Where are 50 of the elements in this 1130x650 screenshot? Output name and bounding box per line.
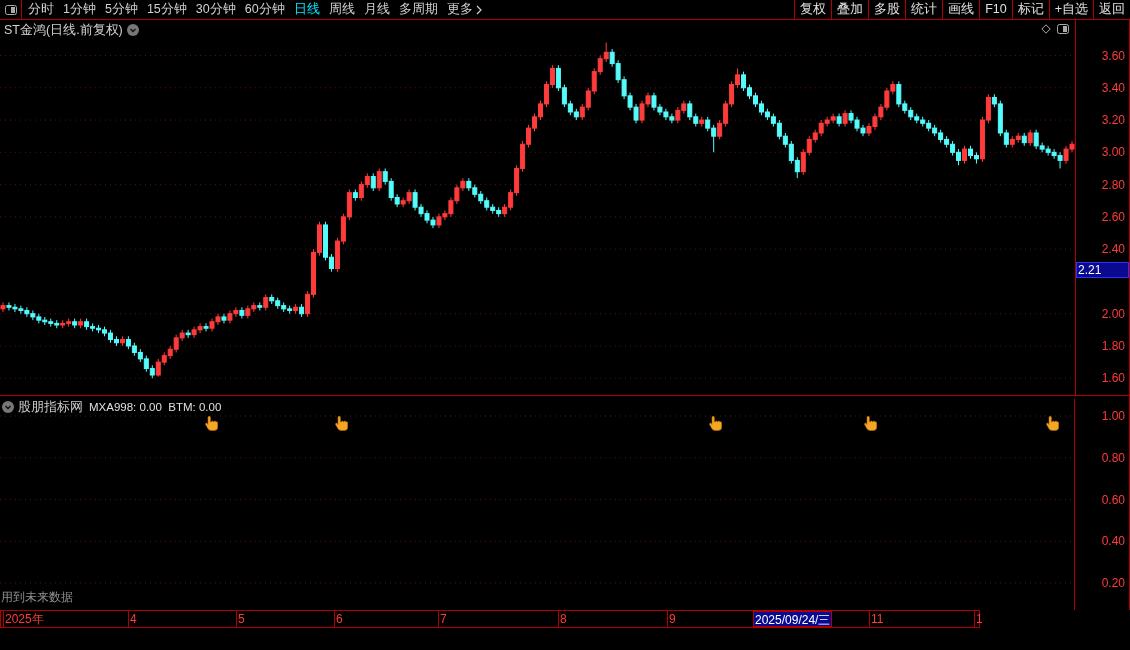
date-axis-label: 2025年 xyxy=(3,611,44,627)
price-axis-label: 2.60 xyxy=(1101,209,1125,224)
date-axis-label: 5 xyxy=(236,611,245,627)
price-axis-label: 2.40 xyxy=(1101,242,1125,257)
price-axis-label: 3.20 xyxy=(1101,113,1125,128)
chart-title: ST金鸿(日线.前复权) xyxy=(4,22,123,39)
period-tab[interactable]: 15分钟 xyxy=(146,0,187,19)
period-tab[interactable]: 60分钟 xyxy=(244,0,285,19)
price-axis-label: 3.00 xyxy=(1101,145,1125,160)
price-axis-label: 2.00 xyxy=(1101,306,1125,321)
toolbar-button[interactable]: 叠加 xyxy=(831,0,869,19)
period-tab[interactable]: 1分钟 xyxy=(63,0,96,19)
price-axis-label: 3.60 xyxy=(1101,48,1125,63)
toolbar-button[interactable]: 返回 xyxy=(1093,0,1130,19)
indicator-title: 股朋指标网 xyxy=(18,399,83,416)
toolbar-button[interactable]: +自选 xyxy=(1048,0,1093,19)
date-axis-label: 11 xyxy=(869,611,884,627)
price-axis-label: 1.60 xyxy=(1101,371,1125,386)
toolbar-button[interactable]: 复权 xyxy=(794,0,832,19)
period-tab[interactable]: 日线 xyxy=(293,0,320,19)
indicator-axis-label: 0.60 xyxy=(1101,492,1125,507)
date-axis-label: 1 xyxy=(974,611,983,627)
price-axis-label: 2.80 xyxy=(1101,177,1125,192)
indicator-axis-label: 1.00 xyxy=(1101,409,1125,423)
date-axis-label: 7 xyxy=(438,611,447,627)
warning-note: 用到未来数据 xyxy=(1,589,73,606)
toolbar-button[interactable]: 画线 xyxy=(942,0,980,19)
date-axis-label: 6 xyxy=(334,611,343,627)
indicator-axis-label: 0.40 xyxy=(1101,534,1125,549)
indicator-values: MXA998: 0.00 BTM: 0.00 xyxy=(89,399,222,415)
date-axis-label: 8 xyxy=(558,611,567,627)
price-axis-label: 3.40 xyxy=(1101,80,1125,95)
indicator-axis-label: 0.20 xyxy=(1101,576,1125,590)
price-marker: 2.21 xyxy=(1076,262,1129,278)
date-axis-label: 2025/09/24/三 xyxy=(753,611,833,627)
date-axis-label: 9 xyxy=(667,611,676,627)
period-tab[interactable]: 30分钟 xyxy=(195,0,236,19)
toolbar-button[interactable]: F10 xyxy=(979,0,1012,19)
period-tab[interactable]: 更多 xyxy=(446,0,482,19)
period-tab[interactable]: 月线 xyxy=(363,0,390,19)
date-axis-label: 4 xyxy=(128,611,137,627)
period-tab[interactable]: 多周期 xyxy=(398,0,438,19)
period-tab[interactable]: 分时 xyxy=(28,0,54,19)
toolbar-button[interactable]: 标记 xyxy=(1011,0,1049,19)
toolbar-button[interactable]: 统计 xyxy=(905,0,943,19)
toolbar-button[interactable]: 多股 xyxy=(868,0,906,19)
price-axis-label: 1.80 xyxy=(1101,338,1125,353)
indicator-axis-label: 0.80 xyxy=(1101,450,1125,465)
period-tab[interactable]: 5分钟 xyxy=(104,0,138,19)
period-tab[interactable]: 周线 xyxy=(328,0,355,19)
